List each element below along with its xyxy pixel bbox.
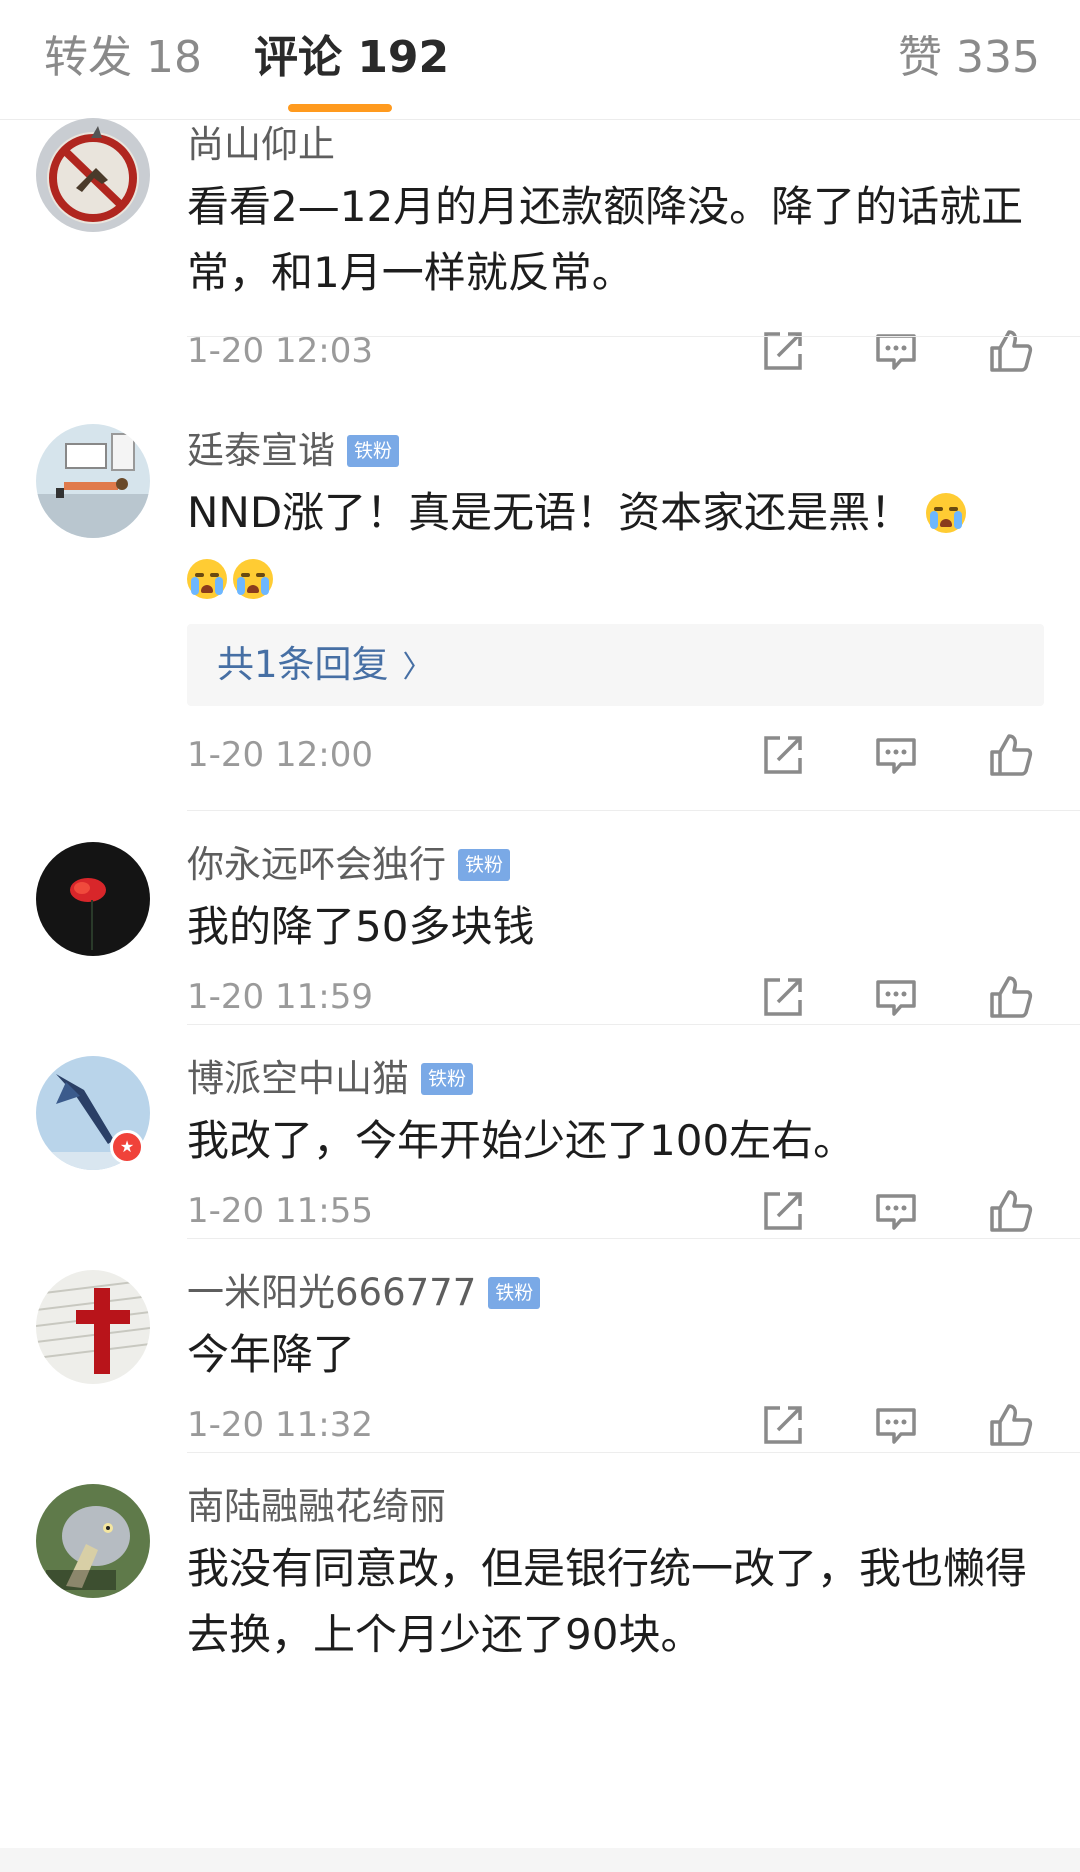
comment-icon[interactable] (873, 974, 919, 1020)
username[interactable]: 廷泰宣谐 (187, 426, 335, 476)
username[interactable]: 一米阳光666777 (187, 1268, 476, 1318)
divider (187, 1238, 1080, 1239)
timestamp: 1-20 11:55 (187, 1191, 373, 1231)
comment-meta: 1-20 12:00 (187, 710, 1044, 800)
username[interactable]: 尚山仰止 (187, 120, 335, 170)
tab-likes[interactable]: 赞 335 (898, 32, 1040, 84)
tab-forward[interactable]: 转发 18 (44, 32, 202, 84)
thumbs-up-icon[interactable] (987, 974, 1033, 1020)
timestamp: 1-20 12:03 (187, 331, 373, 371)
avatar[interactable] (36, 424, 150, 538)
comment-text: 今年降了 (187, 1330, 356, 1379)
crying-emoji-icon (925, 493, 966, 533)
thumbs-up-icon[interactable] (987, 328, 1033, 374)
reply-count-text: 共1条回复 (217, 643, 389, 686)
comment-item: ★ 博派空中山猫 铁粉 我改了，今年开始少还了100左右。 1-20 11:55 (0, 1024, 1080, 1238)
comment-item: 南陆融融花绮丽 我没有同意改，但是银行统一改了，我也懒得去换，上个月少还了90块… (0, 1452, 1080, 1712)
comment-item: 廷泰宣谐 铁粉 NND涨了！真是无语！资本家还是黑！ 共1条回复〉 1-20 1… (0, 336, 1080, 776)
active-tab-indicator (288, 104, 392, 112)
fan-badge: 铁粉 (458, 849, 511, 881)
comment-icon[interactable] (873, 732, 919, 778)
thumbs-up-icon[interactable] (987, 732, 1033, 778)
comment-meta: 1-20 12:03 (187, 306, 1044, 396)
crying-emoji-icon (187, 559, 227, 599)
avatar[interactable] (36, 1270, 150, 1384)
share-icon[interactable] (760, 974, 806, 1020)
comment-text: 我的降了50多块钱 (187, 902, 535, 951)
fan-badge: 铁粉 (347, 435, 400, 467)
divider (187, 810, 1080, 811)
avatar[interactable] (36, 842, 150, 956)
share-icon[interactable] (760, 732, 806, 778)
divider (187, 336, 1080, 337)
thumbs-up-icon[interactable] (987, 1188, 1033, 1234)
comment-text: 看看2—12月的月还款额降没。降了的话就正常，和1月一样就反常。 (187, 182, 1024, 297)
divider (187, 1024, 1080, 1025)
bottom-bar (0, 1848, 1080, 1872)
fan-badge: 铁粉 (421, 1063, 474, 1095)
thumbs-up-icon[interactable] (987, 1402, 1033, 1448)
timestamp: 1-20 11:32 (187, 1405, 373, 1445)
avatar[interactable] (36, 118, 150, 232)
comment-icon[interactable] (873, 1188, 919, 1234)
divider (187, 1452, 1080, 1453)
comment-text: NND涨了！真是无语！资本家还是黑！ (187, 480, 1044, 612)
comment-icon[interactable] (873, 1402, 919, 1448)
reply-summary[interactable]: 共1条回复〉 (187, 624, 1044, 706)
fan-badge: 铁粉 (488, 1277, 541, 1309)
comment-text: 我改了，今年开始少还了100左右。 (187, 1116, 856, 1165)
comment-item: 尚山仰止 看看2—12月的月还款额降没。降了的话就正常，和1月一样就反常。 1-… (0, 118, 1080, 396)
timestamp: 1-20 12:00 (187, 735, 373, 775)
avatar[interactable] (36, 1484, 150, 1598)
timestamp: 1-20 11:59 (187, 977, 373, 1017)
username[interactable]: 南陆融融花绮丽 (187, 1482, 446, 1532)
share-icon[interactable] (760, 328, 806, 374)
verified-badge-icon: ★ (110, 1130, 144, 1164)
username[interactable]: 你永远吥会独行 (187, 840, 446, 890)
tab-bar: 转发 18 评论 192 赞 335 (0, 0, 1080, 120)
chevron-right-icon: 〉 (402, 650, 433, 685)
comment-text: 我没有同意改，但是银行统一改了，我也懒得去换，上个月少还了90块。 (187, 1544, 1028, 1659)
username[interactable]: 博派空中山猫 (187, 1054, 409, 1104)
comment-icon[interactable] (873, 328, 919, 374)
comment-text-body: NND涨了！真是无语！资本家还是黑！ (187, 488, 913, 537)
crying-emoji-icon (233, 559, 273, 599)
share-icon[interactable] (760, 1402, 806, 1448)
tab-comments[interactable]: 评论 192 (254, 32, 449, 84)
comment-list: 尚山仰止 看看2—12月的月还款额降没。降了的话就正常，和1月一样就反常。 1-… (0, 118, 1080, 1712)
share-icon[interactable] (760, 1188, 806, 1234)
comment-item: 你永远吥会独行 铁粉 我的降了50多块钱 1-20 11:59 (0, 810, 1080, 1024)
comment-item: 一米阳光666777 铁粉 今年降了 1-20 11:32 (0, 1238, 1080, 1452)
